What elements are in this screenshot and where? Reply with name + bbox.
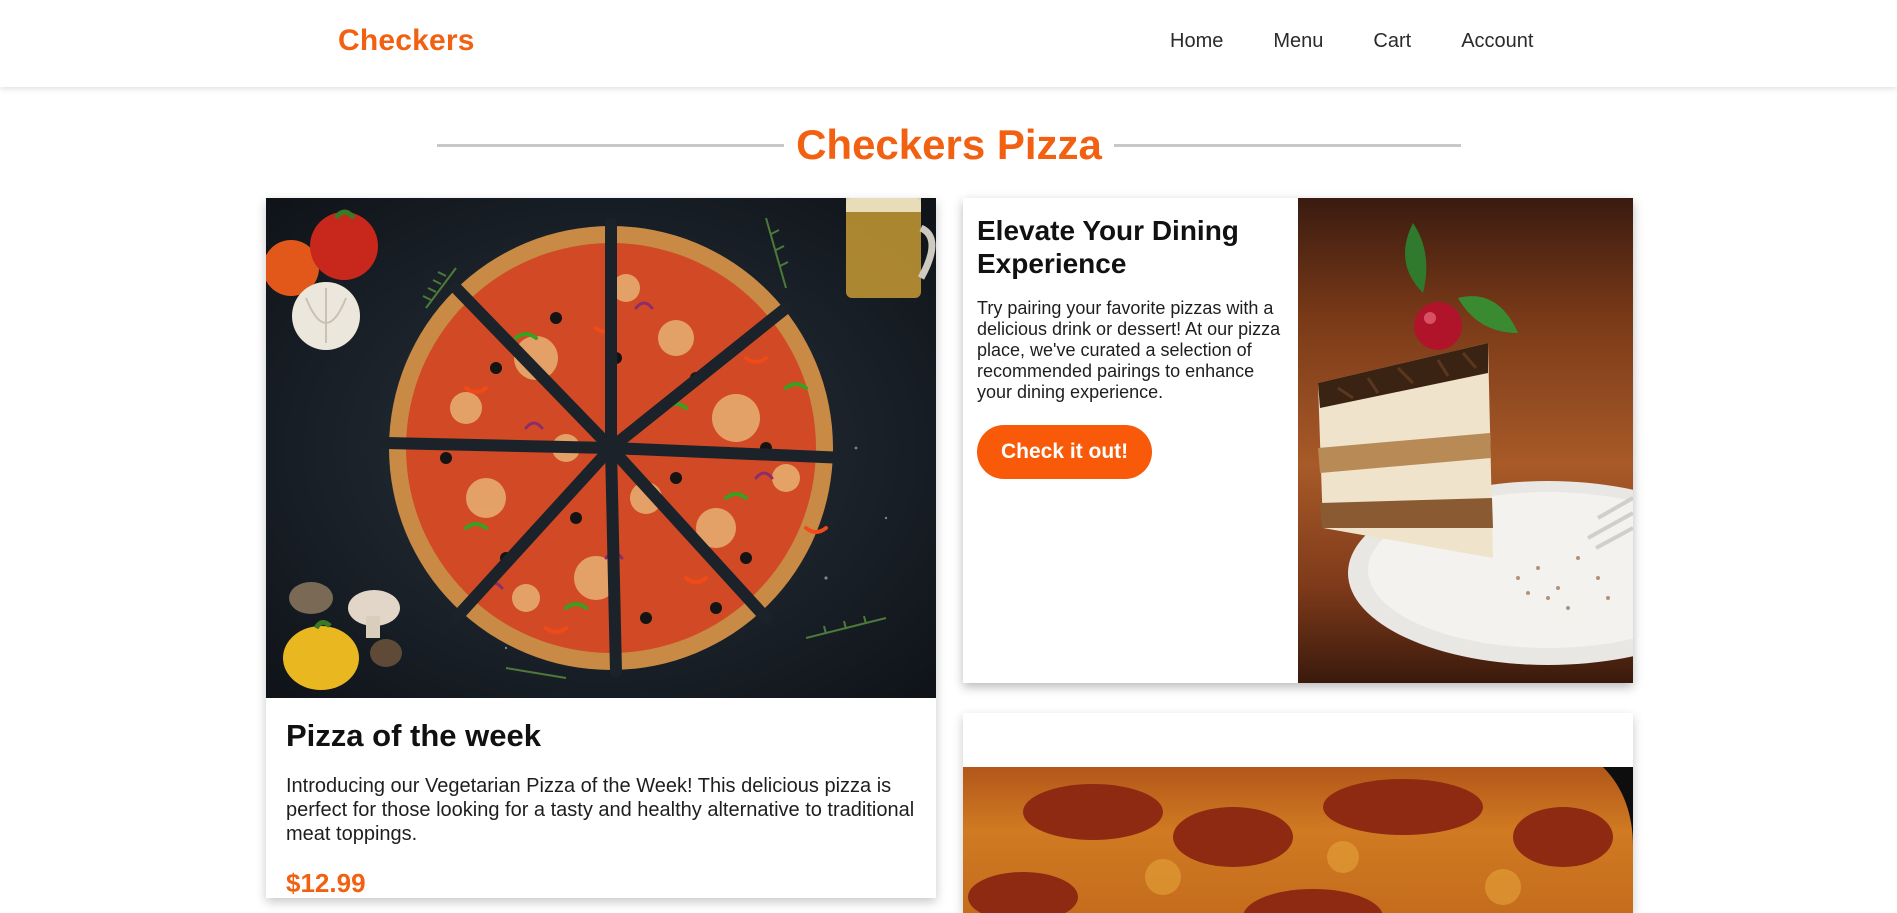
title-divider-right	[1113, 143, 1461, 147]
pairing-card: Elevate Your Dining Experience Try pairi…	[963, 198, 1633, 683]
pizza-card-heading: Pizza of the week	[286, 718, 541, 753]
cake-image	[1298, 198, 1633, 683]
pepperoni-card[interactable]	[963, 713, 1633, 913]
main-nav: Home Menu Cart Account	[1170, 30, 1533, 53]
pizza-card-body: Pizza of the week Introducing our Vegeta…	[266, 698, 936, 898]
nav-menu-link[interactable]: Menu	[1273, 30, 1323, 53]
pairing-card-heading: Elevate Your Dining Experience	[977, 215, 1239, 279]
page-title-row: Checkers Pizza	[437, 117, 1461, 173]
cake-illustration	[1318, 223, 1633, 665]
pairing-card-description: Try pairing your favorite pizzas with a …	[977, 298, 1281, 402]
check-it-out-button[interactable]: Check it out!	[977, 425, 1153, 479]
pizza-card-description: Introducing our Vegetarian Pizza of the …	[286, 775, 915, 845]
nav-home-link[interactable]: Home	[1170, 30, 1223, 53]
title-divider-left	[437, 143, 785, 147]
page-title: Checkers Pizza	[796, 121, 1102, 168]
navbar: Checkers Home Menu Cart Account	[0, 0, 1897, 87]
pizza-illustration	[266, 198, 936, 690]
pepperoni-pizza-image	[963, 767, 1633, 913]
pairing-card-body: Elevate Your Dining Experience Try pairi…	[963, 198, 1298, 683]
pizza-image	[266, 198, 936, 698]
pizza-of-week-card[interactable]: Pizza of the week Introducing our Vegeta…	[266, 198, 936, 898]
pepperoni-illustration	[968, 767, 1633, 913]
nav-cart-link[interactable]: Cart	[1373, 30, 1411, 53]
brand-logo[interactable]: Checkers	[338, 24, 475, 58]
pizza-price: $12.99	[286, 868, 366, 898]
nav-account-link[interactable]: Account	[1461, 30, 1533, 53]
